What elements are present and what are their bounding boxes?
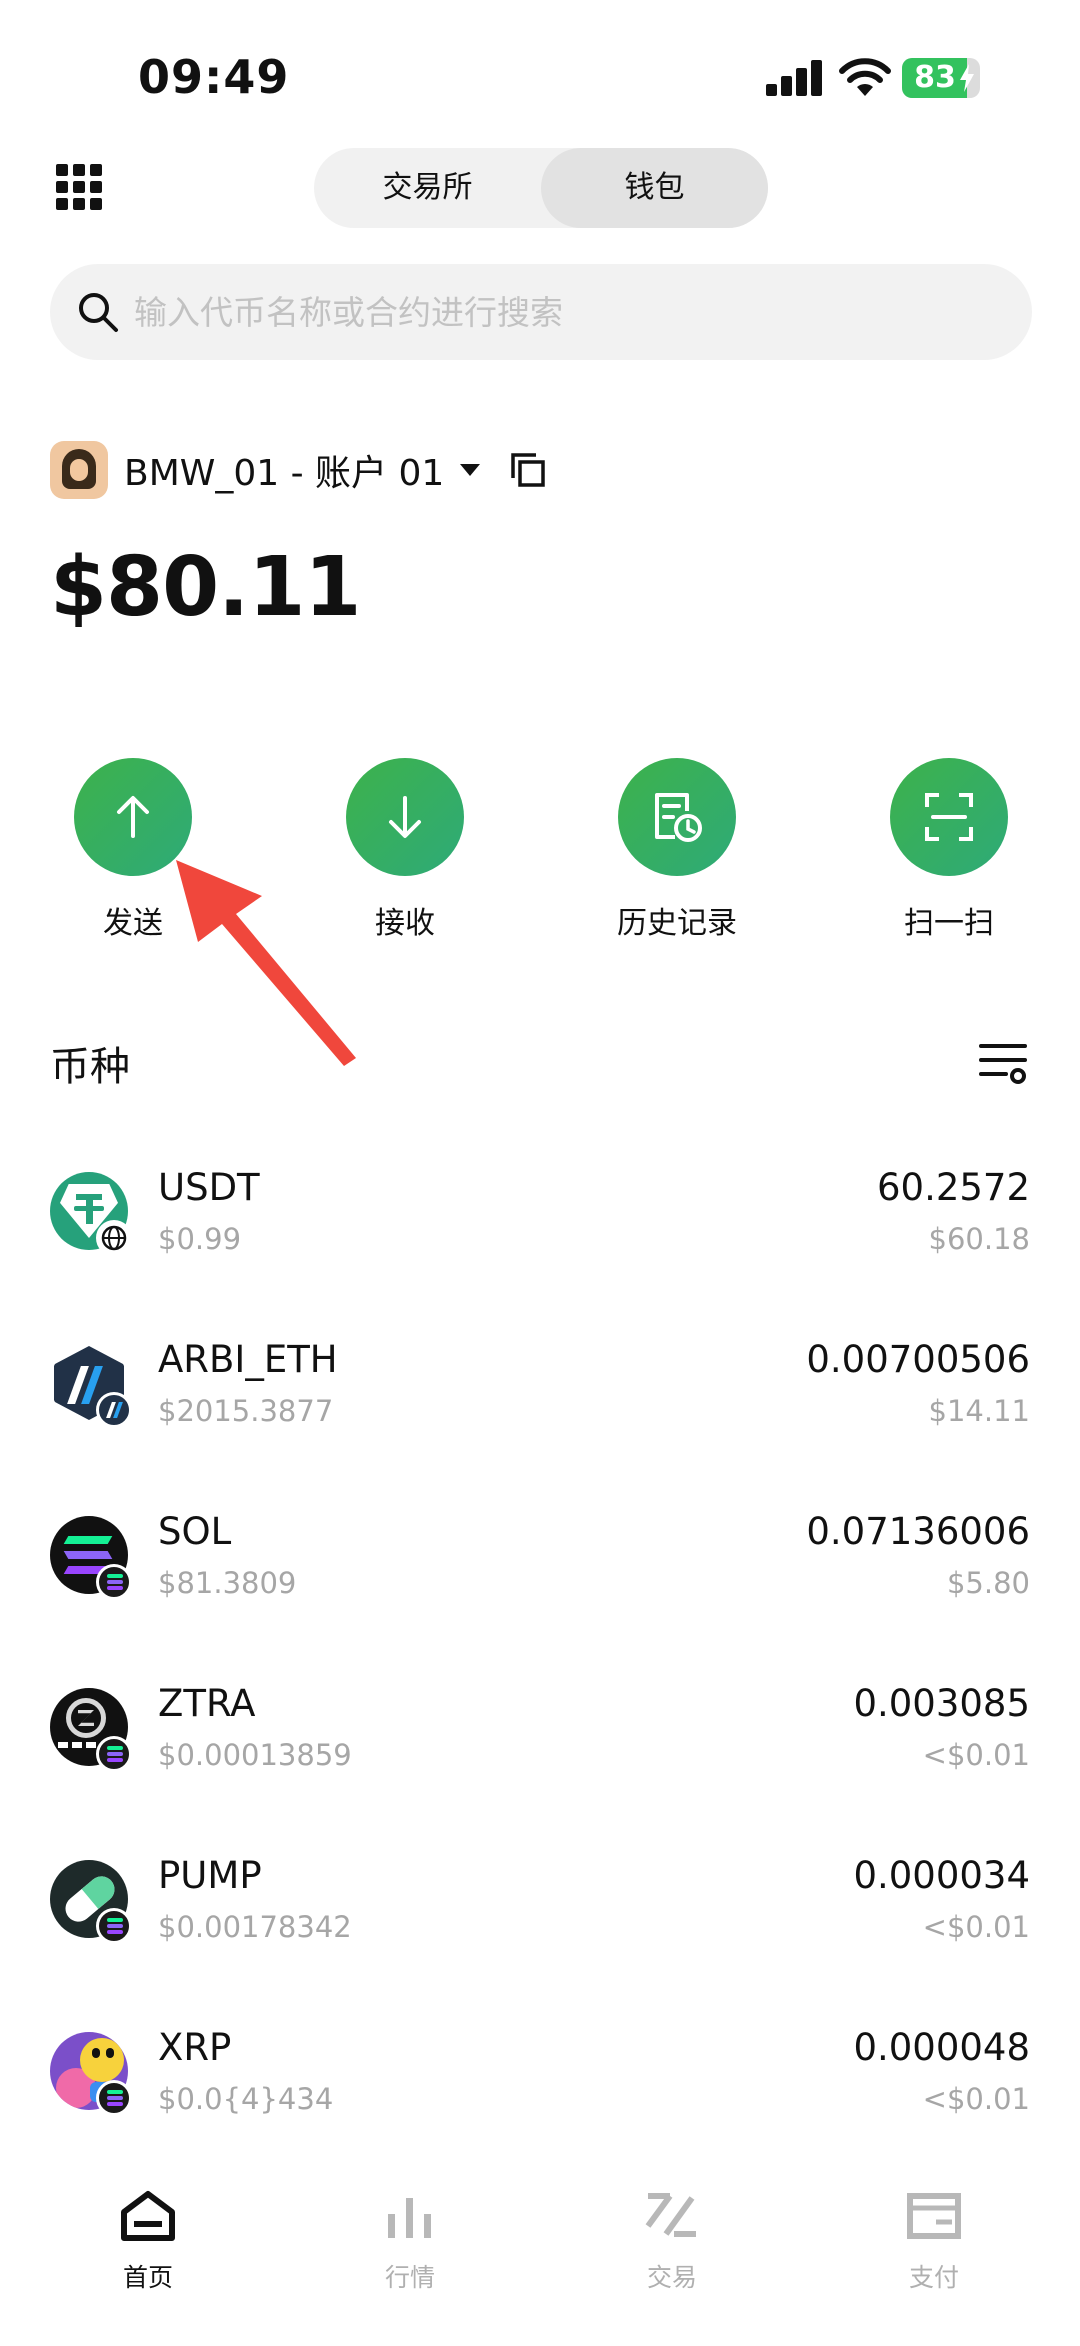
- wallet-icon: [907, 2193, 961, 2239]
- tab-wallet[interactable]: 钱包: [541, 148, 768, 228]
- status-time: 09:49: [138, 50, 290, 104]
- nav-pay-label: 支付: [908, 2263, 959, 2292]
- token-value: $14.11: [928, 1394, 1030, 1428]
- token-amount: 60.2572: [876, 1166, 1030, 1209]
- nav-home[interactable]: 首页: [68, 2190, 228, 2294]
- avatar: [50, 441, 108, 499]
- annotation-arrow-icon: [176, 860, 356, 1066]
- arrow-up-icon: [117, 796, 149, 838]
- token-symbol: ARBI_ETH: [158, 1338, 338, 1381]
- battery-percent: 83: [914, 60, 956, 95]
- token-value: <$0.01: [922, 1910, 1030, 1944]
- globe-network-icon: [96, 1220, 132, 1256]
- token-row-sol[interactable]: SOL $81.3809 0.07136006 $5.80: [0, 1504, 1080, 1654]
- token-symbol: SOL: [158, 1510, 232, 1553]
- market-icon: [388, 2198, 431, 2238]
- token-value: $5.80: [946, 1566, 1030, 1600]
- search-input[interactable]: [134, 264, 994, 360]
- history-circle[interactable]: [618, 758, 736, 876]
- history-icon: [655, 793, 702, 842]
- nav-trade[interactable]: 交易: [592, 2190, 752, 2294]
- charging-bolt-icon: [960, 64, 974, 92]
- status-bar: 09:49 83: [0, 0, 1080, 140]
- home-icon: [121, 2191, 175, 2241]
- token-row-xrp[interactable]: XRP $0.0{4}434 0.000048 <$0.01: [0, 2020, 1080, 2170]
- account-name[interactable]: BMW_01 - 账户 01: [124, 444, 444, 496]
- scan-circle[interactable]: [890, 758, 1008, 876]
- history-button[interactable]: 历史记录: [597, 758, 757, 942]
- token-row-pump[interactable]: PUMP $0.00178342 0.000034 <$0.01: [0, 1848, 1080, 1998]
- token-price: $2015.3877: [158, 1394, 334, 1428]
- copy-icon[interactable]: [510, 452, 546, 488]
- token-price: $0.99: [158, 1222, 242, 1256]
- nav-trade-label: 交易: [646, 2263, 697, 2292]
- token-amount: 0.003085: [853, 1682, 1030, 1725]
- chevron-down-icon[interactable]: [460, 464, 481, 476]
- token-symbol: PUMP: [158, 1854, 262, 1897]
- token-price: $0.00013859: [158, 1738, 352, 1772]
- search-bar[interactable]: [50, 264, 1032, 360]
- token-amount: 0.07136006: [806, 1510, 1030, 1553]
- token-price: $81.3809: [158, 1566, 297, 1600]
- token-amount: 0.000034: [853, 1854, 1030, 1897]
- solana-network-icon: [96, 2080, 132, 2116]
- solana-network-icon: [96, 1908, 132, 1944]
- token-amount: 0.00700506: [806, 1338, 1030, 1381]
- scan-icon: [925, 793, 973, 841]
- tokens-title: 币种: [50, 1044, 130, 1090]
- token-price: $0.00178342: [158, 1910, 352, 1944]
- token-symbol: USDT: [158, 1166, 260, 1209]
- cellular-signal-icon: [766, 60, 824, 96]
- token-amount: 0.000048: [853, 2026, 1030, 2069]
- bottom-nav: 首页 行情 交易 支付: [0, 2170, 1080, 2346]
- apps-grid-icon[interactable]: [56, 164, 102, 210]
- account-selector[interactable]: BMW_01 - 账户 01: [50, 440, 546, 500]
- nav-market-label: 行情: [384, 2263, 435, 2292]
- scan-label: 扫一扫: [904, 906, 994, 941]
- scan-button[interactable]: 扫一扫: [869, 758, 1029, 942]
- token-price: $0.0{4}434: [158, 2082, 334, 2116]
- token-symbol: ZTRA: [158, 1682, 256, 1725]
- solana-network-icon: [96, 1736, 132, 1772]
- nav-market[interactable]: 行情: [330, 2190, 490, 2294]
- mode-switcher: 交易所 钱包: [314, 148, 768, 228]
- total-balance: $80.11: [50, 540, 361, 635]
- wifi-icon: [839, 58, 891, 96]
- nav-pay[interactable]: 支付: [854, 2190, 1014, 2294]
- token-row-arbi-eth[interactable]: ARBI_ETH $2015.3877 0.00700506 $14.11: [0, 1332, 1080, 1482]
- arrow-down-icon: [389, 796, 421, 838]
- token-row-ztra[interactable]: ZTRA $0.00013859 0.003085 <$0.01: [0, 1676, 1080, 1826]
- nav-home-label: 首页: [122, 2263, 173, 2292]
- history-label: 历史记录: [617, 906, 737, 941]
- token-value: <$0.01: [922, 2082, 1030, 2116]
- token-value: $60.18: [928, 1222, 1030, 1256]
- token-row-usdt[interactable]: USDT $0.99 60.2572 $60.18: [0, 1160, 1080, 1310]
- arbitrum-network-icon: [96, 1392, 132, 1428]
- solana-network-icon: [96, 1564, 132, 1600]
- receive-circle[interactable]: [346, 758, 464, 876]
- search-icon: [79, 293, 118, 332]
- battery-icon: 83: [902, 58, 980, 98]
- trade-icon: [645, 2193, 696, 2237]
- token-value: <$0.01: [922, 1738, 1030, 1772]
- filter-settings-icon[interactable]: [978, 1040, 1028, 1086]
- tab-exchange[interactable]: 交易所: [314, 148, 541, 228]
- token-symbol: XRP: [158, 2026, 232, 2069]
